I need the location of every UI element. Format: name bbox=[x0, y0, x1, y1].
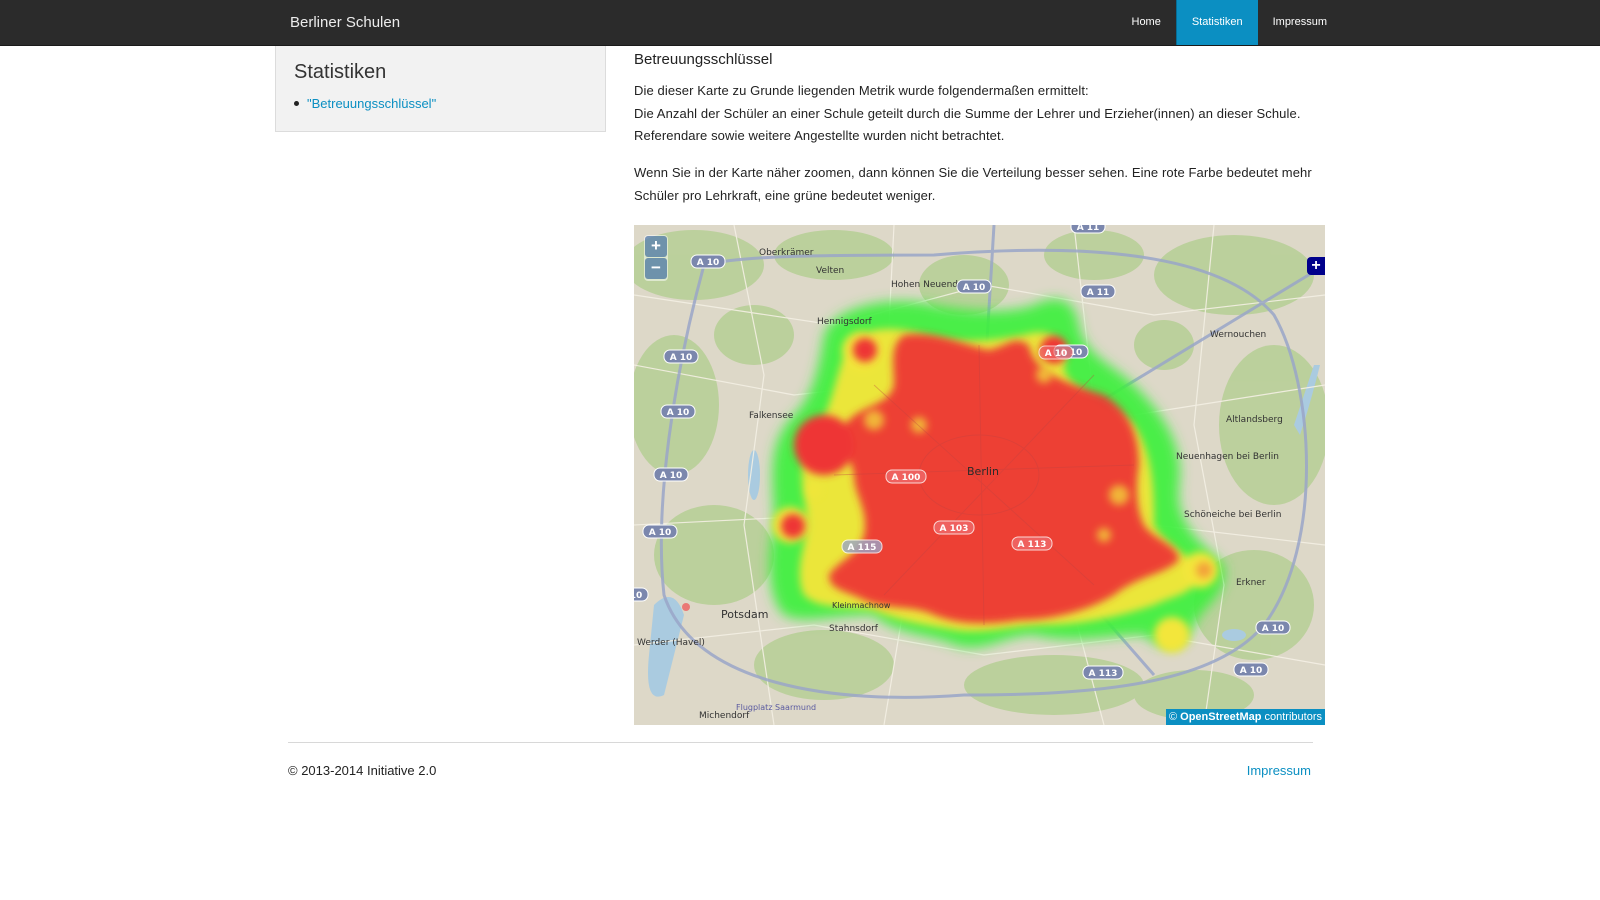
road-shield: A 10 bbox=[690, 254, 726, 269]
svg-text:A 100: A 100 bbox=[892, 473, 921, 483]
sidebar-title: Statistiken bbox=[294, 61, 387, 83]
svg-text:A 10: A 10 bbox=[670, 353, 693, 363]
top-navbar: Berliner Schulen Home Statistiken Impres… bbox=[0, 0, 1600, 46]
metric-intro: Die dieser Karte zu Grunde liegenden Met… bbox=[634, 83, 1089, 98]
road-shield: A 10 bbox=[660, 404, 696, 419]
road-shield: A 10 bbox=[663, 349, 699, 364]
road-shield: A 100 bbox=[885, 469, 927, 484]
road-shield: A 10 bbox=[1233, 662, 1269, 677]
brand-link[interactable]: Berliner Schulen bbox=[290, 0, 400, 45]
place-label: Neuenhagen bei Berlin bbox=[1176, 452, 1279, 462]
place-label: Michendorf bbox=[699, 711, 750, 721]
road-shield: A 103 bbox=[933, 520, 975, 535]
road-shield: A 10 bbox=[642, 524, 678, 539]
map-canvas: Oberkrämer Velten Hohen Neuendorf Hennig… bbox=[634, 225, 1325, 725]
road-shield: A 113 bbox=[1082, 665, 1124, 680]
svg-text:A 115: A 115 bbox=[848, 543, 877, 553]
zoom-hint: Wenn Sie in der Karte näher zoomen, dann… bbox=[634, 165, 1312, 203]
map-attribution: © OpenStreetMap contributors bbox=[1165, 709, 1325, 725]
nav-home[interactable]: Home bbox=[1117, 0, 1176, 45]
svg-text:A 10: A 10 bbox=[667, 408, 690, 418]
road-shield: A 10 bbox=[1038, 345, 1074, 360]
zoom-in-button[interactable]: + bbox=[645, 236, 667, 257]
svg-text:A 10: A 10 bbox=[634, 591, 642, 601]
svg-text:A 10: A 10 bbox=[649, 528, 672, 538]
svg-text:A 10: A 10 bbox=[963, 283, 986, 293]
zoom-control: + − bbox=[644, 235, 668, 281]
place-label: Stahnsdorf bbox=[829, 624, 879, 634]
sidebar: Statistiken "Betreuungsschlüssel" bbox=[275, 46, 606, 132]
road-shield: A 11 bbox=[1070, 225, 1106, 234]
metric-description: Die dieser Karte zu Grunde liegenden Met… bbox=[634, 80, 1328, 148]
footer-divider bbox=[288, 742, 1313, 743]
place-label: Kleinmachnow bbox=[832, 601, 891, 610]
road-shield: A 10 bbox=[956, 279, 992, 294]
place-label: Schöneiche bei Berlin bbox=[1184, 510, 1281, 520]
place-label-potsdam: Potsdam bbox=[721, 608, 768, 621]
svg-text:A 10: A 10 bbox=[660, 471, 683, 481]
place-label: Wernouchen bbox=[1210, 330, 1266, 340]
nav-statistiken[interactable]: Statistiken bbox=[1175, 0, 1258, 45]
road-shield: A 11 bbox=[1080, 284, 1116, 299]
place-label-berlin: Berlin bbox=[967, 465, 999, 478]
sidebar-list: "Betreuungsschlüssel" bbox=[294, 96, 436, 111]
place-label: Falkensee bbox=[749, 411, 794, 421]
svg-text:A 11: A 11 bbox=[1077, 225, 1100, 233]
heatmap-map[interactable]: Oberkrämer Velten Hohen Neuendorf Hennig… bbox=[634, 225, 1325, 725]
road-shield: A 10 bbox=[653, 467, 689, 482]
place-label: Erkner bbox=[1236, 578, 1266, 588]
svg-text:A 10: A 10 bbox=[1262, 624, 1285, 634]
metric-formula: Die Anzahl der Schüler an einer Schule g… bbox=[634, 105, 1301, 144]
heat-spot-potsdam bbox=[682, 603, 690, 611]
sidebar-list-item: "Betreuungsschlüssel" bbox=[294, 96, 436, 111]
svg-text:A 11: A 11 bbox=[1087, 288, 1110, 298]
place-label: Altlandsberg bbox=[1226, 415, 1283, 425]
road-shield: A 10 bbox=[1255, 620, 1291, 635]
svg-text:A 10: A 10 bbox=[1240, 666, 1263, 676]
place-label: Hennigsdorf bbox=[817, 317, 873, 327]
footer-impressum-link[interactable]: Impressum bbox=[1247, 763, 1311, 778]
svg-text:A 10: A 10 bbox=[697, 258, 720, 268]
bullet-icon bbox=[294, 101, 299, 106]
svg-text:A 113: A 113 bbox=[1018, 540, 1047, 550]
page-heading: Betreuungsschlüssel bbox=[634, 51, 773, 68]
svg-text:A 103: A 103 bbox=[940, 524, 969, 534]
footer-copyright: © 2013-2014 Initiative 2.0 bbox=[288, 763, 437, 778]
road-shield: A 10 bbox=[634, 587, 649, 602]
place-label: Velten bbox=[816, 266, 844, 276]
place-label: Flugplatz Saarmund bbox=[736, 703, 816, 712]
svg-text:A 113: A 113 bbox=[1089, 669, 1118, 679]
attribution-link[interactable]: OpenStreetMap bbox=[1180, 711, 1261, 723]
svg-text:A 10: A 10 bbox=[1045, 349, 1068, 359]
zoom-out-button[interactable]: − bbox=[645, 258, 667, 279]
attribution-suffix: contributors bbox=[1264, 711, 1322, 723]
place-label: Werder (Havel) bbox=[637, 638, 705, 648]
sidebar-link-betreuungsschluessel[interactable]: "Betreuungsschlüssel" bbox=[307, 96, 436, 111]
main-nav: Home Statistiken Impressum bbox=[1117, 0, 1343, 45]
road-shield: A 113 bbox=[1011, 536, 1053, 551]
layer-switcher-button[interactable]: + bbox=[1307, 257, 1325, 275]
road-shield: A 115 bbox=[841, 539, 883, 554]
nav-impressum[interactable]: Impressum bbox=[1258, 0, 1342, 45]
attribution-prefix: © bbox=[1168, 711, 1178, 723]
place-label: Oberkrämer bbox=[759, 248, 814, 258]
